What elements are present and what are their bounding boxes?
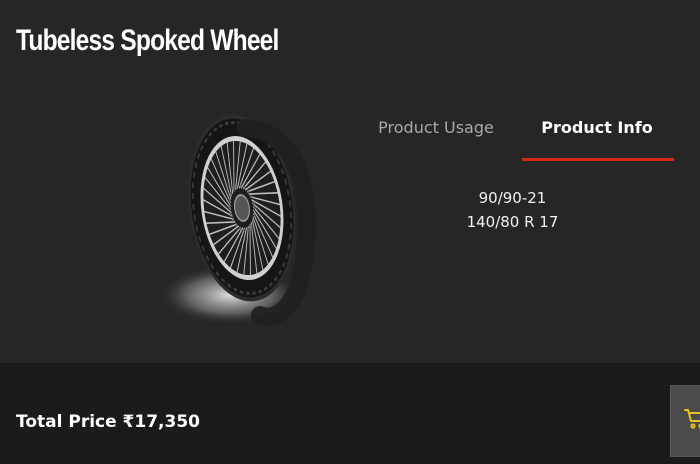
product-tabs: Product Usage Product Info <box>350 108 680 164</box>
tab-product-info[interactable]: Product Info <box>522 108 672 160</box>
total-price: Total Price ₹17,350 <box>16 412 200 432</box>
wheel-image <box>150 110 330 340</box>
cart-icon <box>683 406 700 430</box>
add-to-cart-button[interactable] <box>670 385 700 457</box>
info-line-rear-size: 140/80 R 17 <box>466 213 559 231</box>
info-line-front-size: 90/90-21 <box>478 189 547 207</box>
active-tab-underline <box>522 158 674 161</box>
product-info-list: 90/90-21 140/80 R 17 <box>420 186 605 234</box>
tab-product-usage[interactable]: Product Usage <box>350 108 522 160</box>
page-title: Tubeless Spoked Wheel <box>16 24 279 57</box>
